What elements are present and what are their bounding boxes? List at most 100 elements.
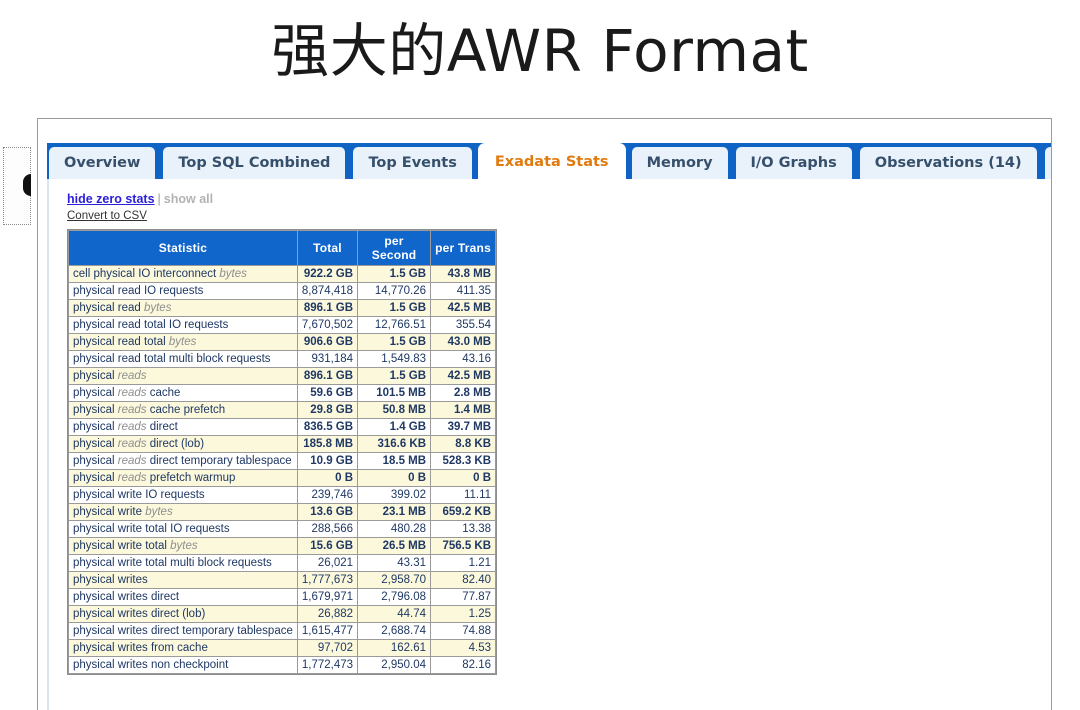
stat-text-post: direct (lob): [146, 438, 205, 451]
column-header-per-trans[interactable]: per Trans: [431, 231, 496, 266]
stat-text-emphasis: reads: [117, 421, 147, 434]
cell-per-second: 399.02: [358, 487, 431, 504]
table-row: physical reads prefetch warmup 0 B0 B0 B: [69, 470, 496, 487]
cell-statistic: physical reads cache prefetch: [69, 402, 297, 419]
tab-exadata-stats[interactable]: Exadata Stats: [477, 143, 626, 179]
table-row: physical write bytes 13.6 GB 23.1 MB 659.2 …: [69, 504, 496, 521]
stat-text-pre: cell physical IO interconnect: [73, 268, 220, 281]
table-row: physical write IO requests 239,746 399.02 1…: [69, 487, 496, 504]
cell-per-trans: 43.16: [431, 351, 496, 368]
cell-per-second: 14,770.26: [358, 283, 431, 300]
stat-text-pre: physical writes direct: [73, 591, 180, 604]
tab-about[interactable]: About: [1042, 145, 1051, 179]
cell-statistic: physical reads: [69, 368, 297, 385]
tab-content-panel: hide zero stats | show all Convert to CSV …: [47, 179, 1051, 710]
cell-per-second: 26.5 MB: [358, 538, 431, 555]
cell-per-second: 2,950.04: [358, 657, 431, 674]
awr-report-window: Overview Top SQL Combined Top Events Exadat…: [37, 118, 1052, 710]
cell-statistic: physical writes from cache: [69, 640, 297, 657]
tab-top-events[interactable]: Top Events: [351, 145, 474, 179]
cell-per-trans: 42.5 MB: [431, 300, 496, 317]
cell-per-trans: 39.7 MB: [431, 419, 496, 436]
cell-statistic: physical writes direct temporary tablesp…: [69, 623, 297, 640]
cell-per-second: 101.5 MB: [358, 385, 431, 402]
cell-per-trans: 1.4 MB: [431, 402, 496, 419]
hide-zero-stats-link[interactable]: hide zero stats: [67, 192, 155, 206]
table-row: physical writes direct temporary tablesp…: [69, 623, 496, 640]
stat-text-emphasis: reads: [117, 472, 147, 485]
tab-observations-14[interactable]: Observations (14): [857, 145, 1039, 179]
show-all-link[interactable]: show all: [164, 192, 213, 206]
column-header-per-second[interactable]: per Second: [358, 231, 431, 266]
cell-statistic: physical write total IO requests: [69, 521, 297, 538]
cell-per-trans: 8.8 KB: [431, 436, 496, 453]
cell-statistic: physical reads direct: [69, 419, 297, 436]
cell-per-second: 43.31: [358, 555, 431, 572]
tab-overview[interactable]: Overview: [47, 145, 158, 179]
cell-per-trans: 74.88: [431, 623, 496, 640]
tab-top-sql-combined[interactable]: Top SQL Combined: [161, 145, 348, 179]
cell-total: 97,702: [297, 640, 358, 657]
cell-statistic: physical read total multi block requests: [69, 351, 297, 368]
cell-statistic: physical reads prefetch warmup: [69, 470, 297, 487]
table-row: physical reads direct 836.5 GB 1.4 GB 39.7 …: [69, 419, 496, 436]
cell-per-trans: 1.21: [431, 555, 496, 572]
tab-i-o-graphs[interactable]: I/O Graphs: [733, 145, 854, 179]
tab-memory[interactable]: Memory: [629, 145, 730, 179]
cell-per-trans: 2.8 MB: [431, 385, 496, 402]
column-header-statistic[interactable]: Statistic: [69, 231, 297, 266]
cell-per-second: 0 B: [358, 470, 431, 487]
stat-text-pre: physical: [73, 387, 118, 400]
stat-text-pre: physical write total IO requests: [73, 523, 230, 536]
cell-total: 1,777,673: [297, 572, 358, 589]
cell-per-second: 2,688.74: [358, 623, 431, 640]
table-row: physical read total IO requests 7,670,502…: [69, 317, 496, 334]
cell-total: 836.5 GB: [297, 419, 358, 436]
stat-text-post: direct: [146, 421, 178, 434]
stat-text-emphasis: bytes: [145, 506, 173, 519]
cell-statistic: physical read total IO requests: [69, 317, 297, 334]
cell-total: 1,772,473: [297, 657, 358, 674]
stat-text-post: direct temporary tablespace: [146, 455, 292, 468]
stat-text-emphasis: bytes: [170, 540, 198, 553]
stat-text-pre: physical: [73, 421, 118, 434]
cell-per-trans: 355.54: [431, 317, 496, 334]
cell-per-trans: 13.38: [431, 521, 496, 538]
cell-total: 896.1 GB: [297, 368, 358, 385]
cell-per-trans: 77.87: [431, 589, 496, 606]
collapsed-panel-handle[interactable]: [3, 147, 31, 225]
table-body: cell physical IO interconnect bytes 922.2…: [69, 266, 496, 674]
cell-total: 239,746: [297, 487, 358, 504]
stat-text-pre: physical: [73, 438, 118, 451]
cell-statistic: physical writes non checkpoint: [69, 657, 297, 674]
expand-arrow-icon[interactable]: [23, 174, 31, 196]
cell-statistic: physical write total bytes: [69, 538, 297, 555]
cell-total: 15.6 GB: [297, 538, 358, 555]
cell-statistic: physical writes direct: [69, 589, 297, 606]
column-header-total[interactable]: Total: [297, 231, 358, 266]
cell-total: 1,679,971: [297, 589, 358, 606]
cell-per-trans: 11.11: [431, 487, 496, 504]
cell-total: 10.9 GB: [297, 453, 358, 470]
stat-text-emphasis: reads: [117, 438, 147, 451]
cell-per-trans: 43.0 MB: [431, 334, 496, 351]
cell-statistic: physical read total bytes: [69, 334, 297, 351]
stat-text-pre: physical: [73, 455, 118, 468]
cell-per-trans: 42.5 MB: [431, 368, 496, 385]
table-row: cell physical IO interconnect bytes 922.2…: [69, 266, 496, 283]
cell-per-second: 18.5 MB: [358, 453, 431, 470]
stat-text-pre: physical writes: [73, 574, 148, 587]
cell-statistic: physical reads direct (lob): [69, 436, 297, 453]
cell-per-trans: 82.16: [431, 657, 496, 674]
cell-total: 26,021: [297, 555, 358, 572]
cell-total: 0 B: [297, 470, 358, 487]
cell-total: 26,882: [297, 606, 358, 623]
cell-per-second: 23.1 MB: [358, 504, 431, 521]
cell-per-trans: 528.3 KB: [431, 453, 496, 470]
cell-statistic: physical reads direct temporary tablespa…: [69, 453, 297, 470]
stat-text-post: cache prefetch: [146, 404, 226, 417]
table-row: physical writes from cache 97,702 162.61 4.…: [69, 640, 496, 657]
exadata-stats-table: Statistic Total per Second per Trans cel…: [67, 229, 498, 676]
stat-text-pre: physical read total multi block requests: [73, 353, 271, 366]
convert-to-csv-link[interactable]: Convert to CSV: [67, 209, 1051, 225]
